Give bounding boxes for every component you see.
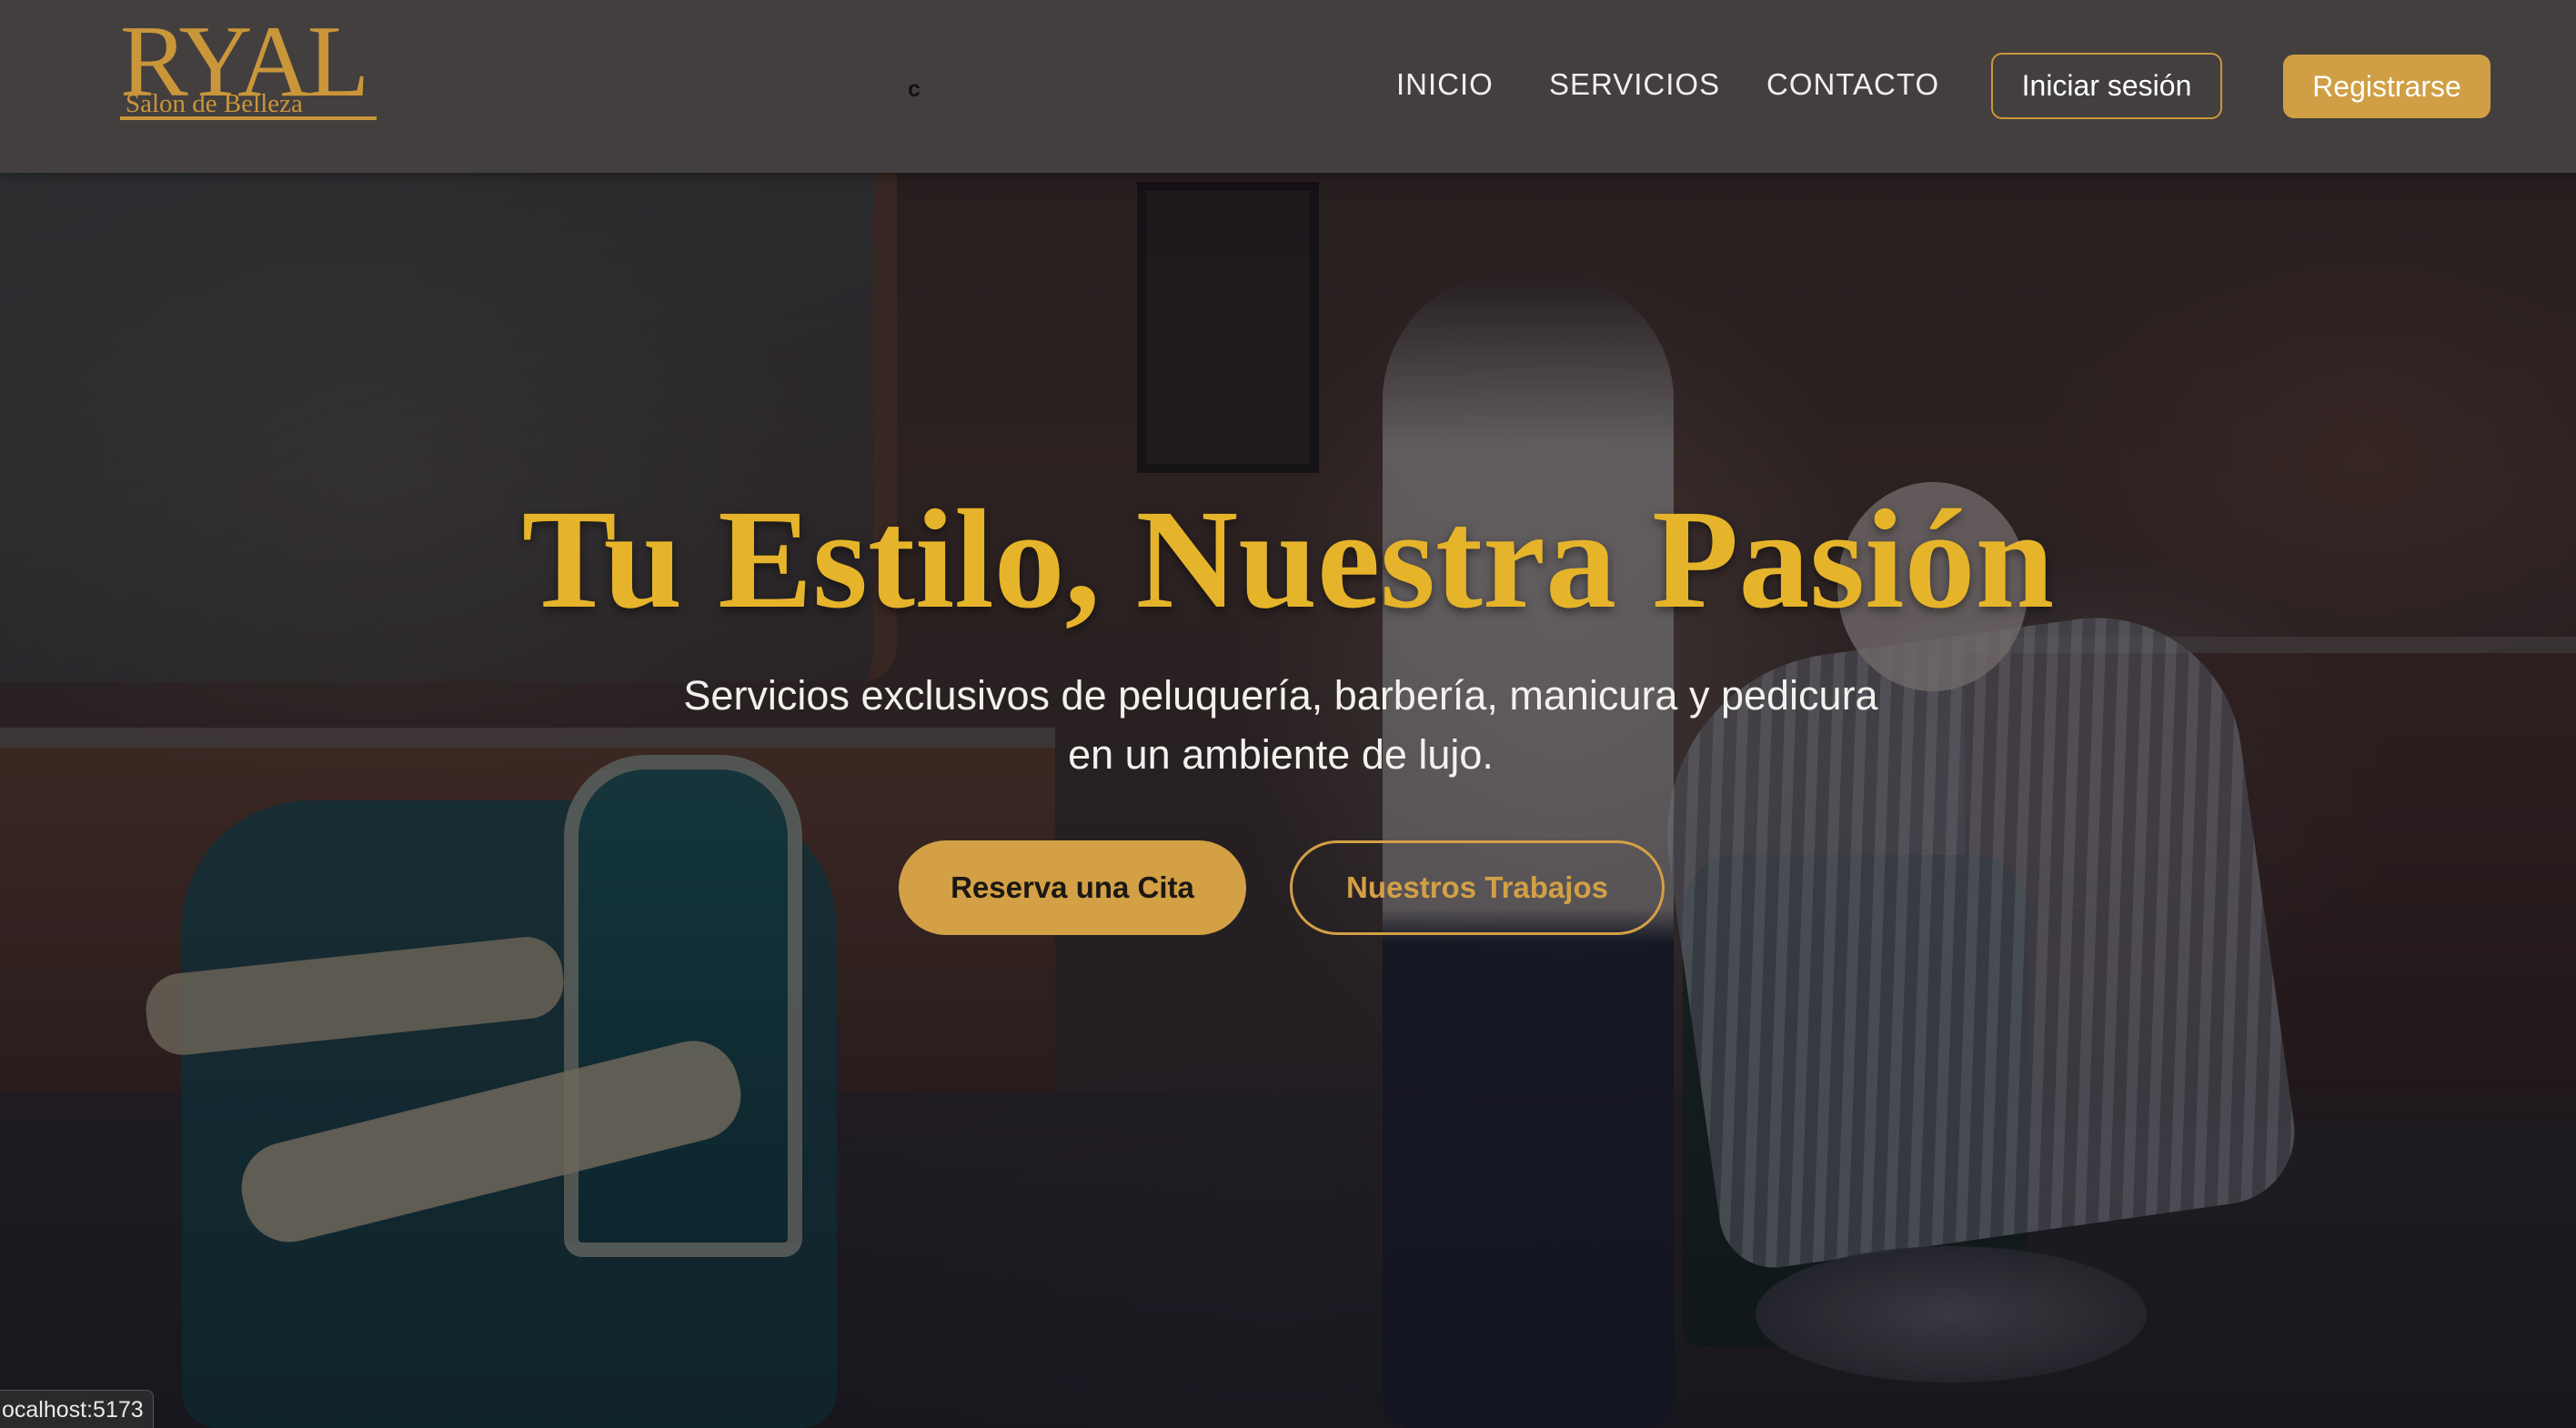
status-bar-url: ocalhost:5173 (0, 1390, 154, 1428)
register-button[interactable]: Registrarse (2283, 55, 2490, 118)
login-button[interactable]: Iniciar sesión (1991, 53, 2222, 119)
hero-subtitle-line: en un ambiente de lujo. (1068, 731, 1494, 778)
nav-link-servicios[interactable]: SERVICIOS (1549, 67, 1720, 102)
stray-text: c (908, 76, 921, 102)
our-work-button[interactable]: Nuestros Trabajos (1290, 840, 1665, 935)
navbar: RYAL Salon de Belleza c INICIO SERVICIOS… (0, 0, 2576, 173)
logo[interactable]: RYAL Salon de Belleza (120, 11, 377, 120)
page: RYAL Salon de Belleza c INICIO SERVICIOS… (0, 0, 2576, 1428)
logo-underline (120, 116, 377, 120)
hero-subtitle: Servicios exclusivos de peluquería, barb… (651, 666, 1910, 784)
book-appointment-button[interactable]: Reserva una Cita (899, 840, 1246, 935)
hero-subtitle-line: Servicios exclusivos de peluquería, barb… (683, 672, 1878, 719)
nav-link-contacto[interactable]: CONTACTO (1766, 67, 1939, 102)
nav-link-inicio[interactable]: INICIO (1396, 67, 1494, 102)
hero-title: Tu Estilo, Nuestra Pasión (521, 480, 2055, 638)
logo-tagline: Salon de Belleza (126, 89, 303, 118)
